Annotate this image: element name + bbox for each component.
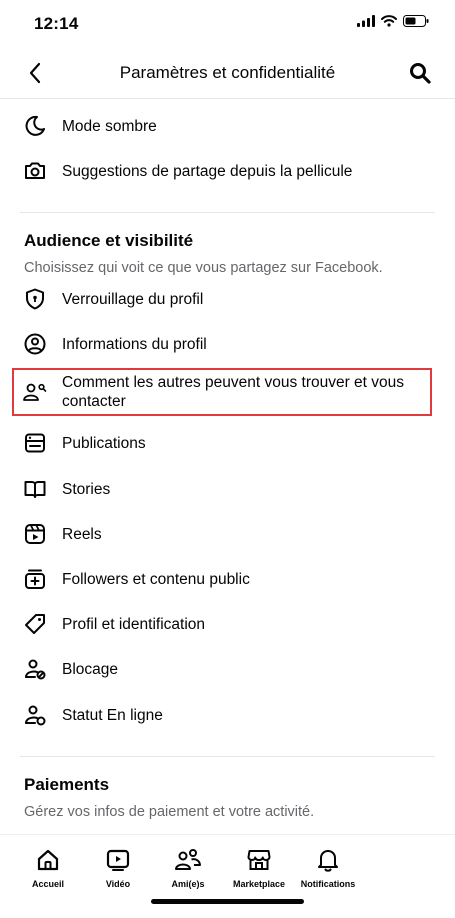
menu-item-reels[interactable]: Reels	[20, 519, 435, 549]
moon-icon	[20, 111, 50, 141]
divider	[20, 212, 435, 213]
tab-marketplace[interactable]: Marketplace	[223, 845, 295, 889]
section-title-payments: Paiements	[24, 775, 110, 794]
menu-item-label: Profil et identification	[62, 615, 206, 633]
divider	[20, 756, 435, 757]
menu-item-blocking[interactable]: Blocage	[20, 654, 435, 684]
reels-icon	[20, 519, 50, 549]
menu-item-profile-tagging[interactable]: Profil et identification	[20, 609, 435, 639]
menu-item-label: Informations du profil	[62, 335, 207, 353]
marketplace-icon	[246, 845, 272, 875]
home-indicator	[151, 899, 304, 904]
menu-item-label: Comment les autres peuvent vous trouver …	[62, 374, 405, 410]
tab-friends[interactable]: Ami(e)s	[152, 845, 224, 889]
menu-item-label: Mode sombre	[62, 117, 157, 135]
menu-item-label: Verrouillage du profil	[62, 290, 204, 308]
tab-video[interactable]: Vidéo	[82, 845, 154, 889]
tab-home[interactable]: Accueil	[12, 845, 84, 889]
menu-item-online-status[interactable]: Statut En ligne	[20, 700, 435, 730]
friends-icon	[174, 845, 202, 875]
shield-icon	[20, 284, 50, 314]
battery-icon	[403, 15, 429, 27]
status-time: 12:14	[34, 14, 79, 33]
section-subtitle-audience: Choisissez qui voit ce que vous partagez…	[24, 260, 383, 276]
settings-list: Mode sombre Suggestions de partage depui…	[0, 99, 455, 834]
search-button[interactable]	[403, 57, 437, 89]
user-circle-icon	[20, 329, 50, 359]
menu-item-camera-roll-suggestions[interactable]: Suggestions de partage depuis la pellicu…	[20, 156, 435, 186]
tab-label: Vidéo	[105, 879, 131, 889]
search-icon	[410, 63, 431, 84]
bottom-tab-bar: Accueil Vidéo Ami(e)s Marketplace Notifi…	[0, 834, 455, 918]
video-icon	[105, 845, 131, 875]
tab-label: Marketplace	[232, 879, 286, 889]
tab-label: Accueil	[31, 879, 64, 889]
menu-item-dark-mode[interactable]: Mode sombre	[20, 111, 435, 141]
menu-item-label: Followers et contenu public	[62, 570, 250, 588]
bell-icon	[315, 845, 341, 875]
tab-label: Ami(e)s	[171, 879, 205, 889]
wifi-icon	[381, 15, 397, 27]
status-icons	[357, 15, 429, 27]
section-title-audience: Audience et visibilité	[24, 231, 194, 250]
menu-item-label: Suggestions de partage depuis la pellicu…	[62, 162, 353, 180]
status-bar: 12:14	[0, 0, 455, 44]
tag-icon	[20, 609, 50, 639]
user-online-icon	[20, 700, 50, 730]
user-block-icon	[20, 654, 50, 684]
section-subtitle-payments: Gérez vos infos de paiement et votre act…	[24, 804, 315, 820]
menu-item-label: Reels	[62, 525, 102, 543]
menu-item-label: Statut En ligne	[62, 706, 163, 724]
tab-notifications[interactable]: Notifications	[292, 845, 364, 889]
camera-icon	[20, 156, 50, 186]
menu-item-label: Stories	[62, 480, 111, 498]
menu-item-label: Blocage	[62, 660, 119, 678]
followers-icon	[20, 564, 50, 594]
menu-item-profile-info[interactable]: Informations du profil	[20, 329, 435, 359]
menu-item-posts[interactable]: Publications	[20, 428, 435, 458]
menu-item-followers[interactable]: Followers et contenu public	[20, 564, 435, 594]
book-icon	[20, 474, 50, 504]
header: Paramètres et confidentialité	[0, 48, 455, 99]
tab-label: Notifications	[300, 879, 356, 889]
posts-icon	[20, 428, 50, 458]
signal-icon	[357, 15, 375, 27]
menu-item-stories[interactable]: Stories	[20, 474, 435, 504]
menu-item-profile-lock[interactable]: Verrouillage du profil	[20, 284, 435, 314]
page-title: Paramètres et confidentialité	[119, 63, 336, 82]
menu-item-find-and-contact[interactable]: Comment les autres peuvent vous trouver …	[20, 373, 435, 411]
menu-item-label: Publications	[62, 434, 146, 452]
home-icon	[35, 845, 61, 875]
user-search-icon	[20, 377, 50, 407]
